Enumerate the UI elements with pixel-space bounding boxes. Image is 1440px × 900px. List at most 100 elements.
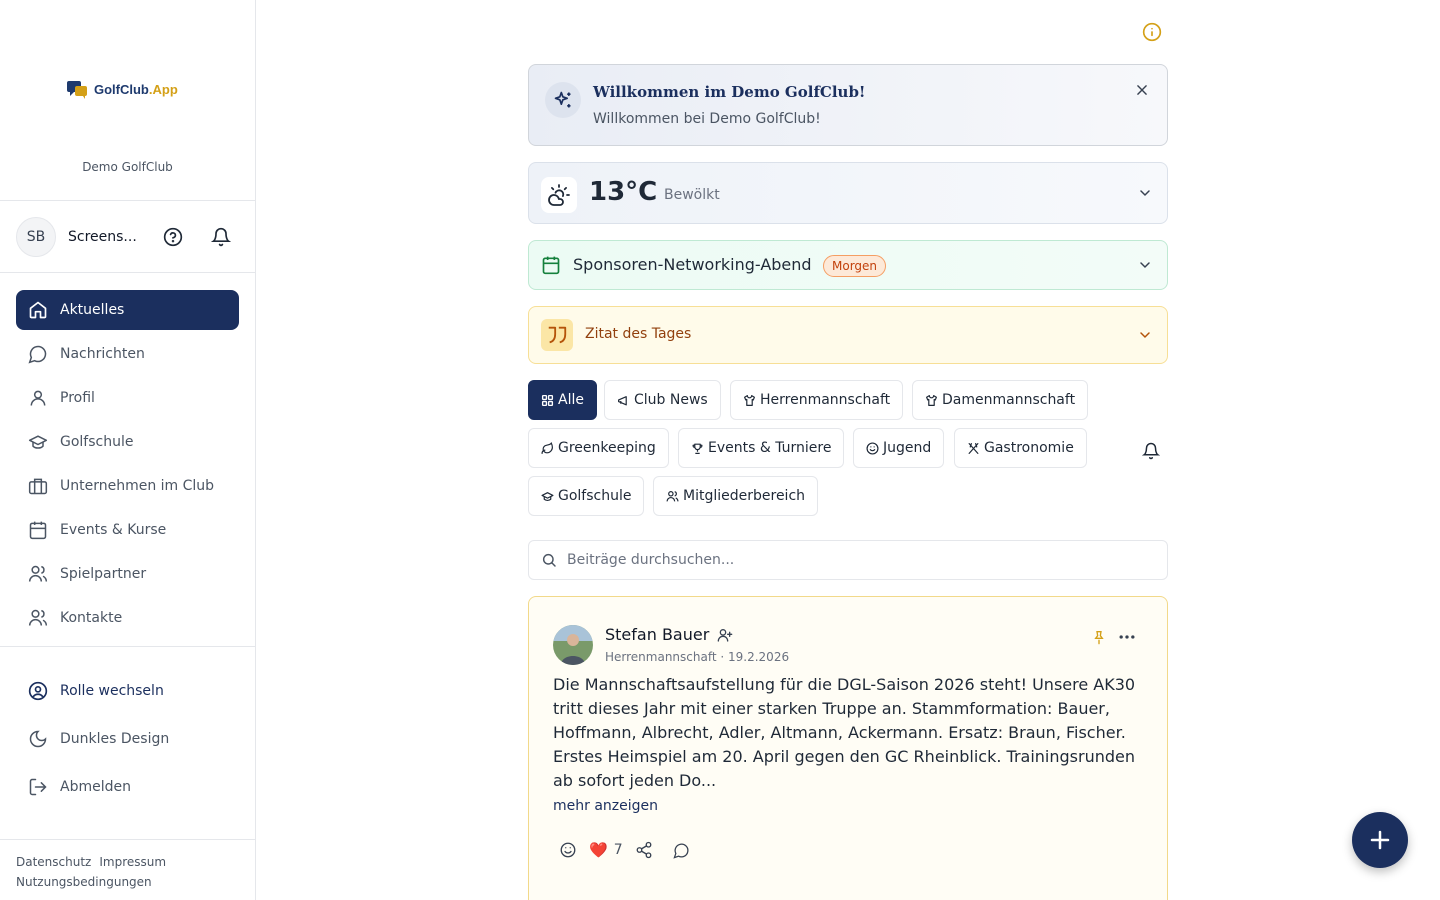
privacy-link[interactable]: Datenschutz: [16, 855, 91, 869]
quote-icon: [541, 319, 573, 351]
imprint-link[interactable]: Impressum: [99, 855, 166, 869]
sidebar-item-nachrichten[interactable]: Nachrichten: [16, 334, 239, 374]
chip-label: Herrenmannschaft: [760, 392, 891, 408]
moon-icon: [28, 729, 48, 749]
logout-icon: [28, 777, 48, 797]
user-circle-icon: [28, 681, 48, 701]
comment-icon[interactable]: [673, 842, 690, 859]
grid-icon: [541, 394, 554, 407]
author-avatar[interactable]: [553, 625, 593, 665]
dark-mode-toggle[interactable]: Dunkles Design: [16, 718, 239, 760]
filter-chip-golfschule[interactable]: Golfschule: [528, 476, 645, 516]
sidebar-item-label: Spielpartner: [60, 566, 147, 582]
sidebar-item-unternehmen[interactable]: Unternehmen im Club: [16, 466, 239, 506]
upcoming-event[interactable]: Sponsoren-Networking-Abend Morgen: [528, 240, 1168, 290]
quote-of-the-day[interactable]: Zitat des Tages: [528, 306, 1168, 364]
weather-widget[interactable]: 13°C Bewölkt: [528, 162, 1168, 224]
show-more-link[interactable]: mehr anzeigen: [553, 798, 658, 814]
contacts-icon: [28, 608, 48, 628]
calendar-icon: [28, 520, 48, 540]
smile-icon: [866, 441, 879, 455]
sidebar-item-label: Abmelden: [60, 779, 131, 795]
more-options-icon[interactable]: [1117, 629, 1137, 645]
close-icon[interactable]: [1135, 83, 1149, 97]
users-icon: [28, 564, 48, 584]
sidebar-item-label: Aktuelles: [60, 302, 125, 318]
divider: [0, 200, 255, 201]
filter-chip-damenmannschaft[interactable]: Damenmannschaft: [912, 380, 1089, 420]
filter-chip-alle[interactable]: Alle: [528, 380, 597, 420]
logo-text: GolfClub.App: [94, 81, 178, 97]
heart-emoji: ❤️: [589, 841, 608, 859]
divider: [0, 272, 255, 273]
chevron-down-icon[interactable]: [1137, 257, 1153, 273]
search-bar: [528, 540, 1168, 580]
post-body: Die Mannschaftsaufstellung für die DGL-S…: [553, 675, 1136, 790]
chip-label: Damenmannschaft: [942, 392, 1076, 408]
avatar[interactable]: SB: [16, 217, 56, 257]
sidebar-item-label: Kontakte: [60, 610, 123, 626]
app-logo[interactable]: GolfClub.App: [66, 78, 178, 100]
graduation-cap-icon: [541, 490, 554, 503]
weather-condition: Bewölkt: [664, 187, 720, 203]
sidebar-item-events[interactable]: Events & Kurse: [16, 510, 239, 550]
chip-label: Mitgliederbereich: [683, 488, 806, 504]
follow-user-icon[interactable]: [717, 627, 733, 643]
search-input[interactable]: [567, 552, 1127, 568]
post-actions: ❤️ 7: [559, 841, 690, 859]
help-icon[interactable]: [162, 226, 184, 248]
heart-reaction[interactable]: ❤️ 7: [589, 841, 623, 859]
status-badge: Morgen: [823, 255, 887, 277]
chevron-down-icon[interactable]: [1137, 327, 1153, 343]
secondary-nav: Rolle wechseln Dunkles Design Abmelden: [16, 670, 239, 814]
share-icon[interactable]: [635, 841, 653, 859]
plus-icon: [1368, 828, 1392, 852]
briefcase-icon: [28, 476, 48, 496]
utensils-icon: [967, 442, 980, 455]
temperature: 13°C: [589, 177, 658, 207]
pin-icon[interactable]: [1091, 629, 1107, 645]
sidebar-item-label: Rolle wechseln: [60, 683, 164, 699]
chevron-down-icon[interactable]: [1137, 185, 1153, 201]
user-row: SB Screens...: [16, 216, 240, 258]
leaf-icon: [541, 441, 554, 455]
sidebar-item-label: Unternehmen im Club: [60, 478, 215, 494]
sidebar-item-kontakte[interactable]: Kontakte: [16, 598, 239, 638]
bell-icon[interactable]: [210, 226, 232, 248]
trophy-icon: [691, 442, 704, 455]
filter-chip-club-news[interactable]: Club News: [604, 380, 721, 420]
chip-label: Club News: [634, 392, 708, 408]
sparkles-icon: [545, 82, 581, 118]
terms-link[interactable]: Nutzungsbedingungen: [16, 875, 152, 889]
filter-chip-greenkeeping[interactable]: Greenkeeping: [528, 428, 669, 468]
create-post-button[interactable]: [1352, 812, 1408, 868]
graduation-cap-icon: [28, 432, 48, 452]
filter-chip-jugend[interactable]: Jugend: [853, 428, 945, 468]
filter-chip-herrenmannschaft[interactable]: Herrenmannschaft: [730, 380, 904, 420]
logout-button[interactable]: Abmelden: [16, 766, 239, 808]
cloud-sun-icon: [541, 177, 577, 213]
welcome-banner: Willkommen im Demo GolfClub! Willkommen …: [528, 64, 1168, 146]
filter-chip-mitgliederbereich[interactable]: Mitgliederbereich: [653, 476, 819, 516]
users-icon: [666, 490, 679, 503]
welcome-subtitle: Willkommen bei Demo GolfClub!: [593, 111, 821, 127]
sidebar-item-spielpartner[interactable]: Spielpartner: [16, 554, 239, 594]
info-icon[interactable]: [1142, 22, 1162, 42]
chip-label: Golfschule: [558, 488, 632, 504]
megaphone-icon: [617, 394, 630, 407]
sidebar-item-profil[interactable]: Profil: [16, 378, 239, 418]
author-name: Stefan Bauer: [605, 625, 710, 644]
filter-chip-events[interactable]: Events & Turniere: [678, 428, 845, 468]
bell-icon[interactable]: [1142, 442, 1160, 460]
sidebar-item-aktuelles[interactable]: Aktuelles: [16, 290, 239, 330]
user-icon: [28, 388, 48, 408]
add-reaction-icon[interactable]: [559, 841, 577, 859]
sidebar-item-golfschule[interactable]: Golfschule: [16, 422, 239, 462]
filter-chip-gastronomie[interactable]: Gastronomie: [954, 428, 1087, 468]
sidebar-item-label: Profil: [60, 390, 95, 406]
post-author[interactable]: Stefan Bauer: [605, 625, 733, 644]
switch-role-button[interactable]: Rolle wechseln: [16, 670, 239, 712]
post-meta: Herrenmannschaft · 19.2.2026: [605, 650, 790, 664]
user-name[interactable]: Screens...: [68, 229, 148, 245]
search-icon: [541, 552, 557, 568]
